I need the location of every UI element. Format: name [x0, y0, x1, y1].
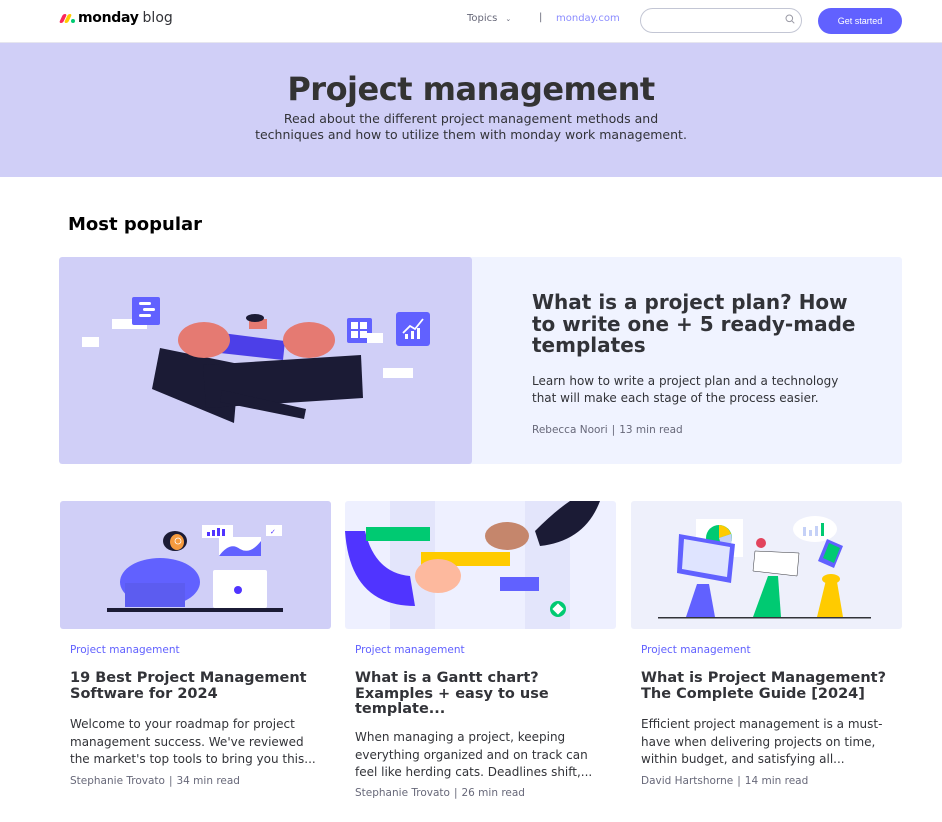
featured-author[interactable]: Rebecca Noori [532, 424, 608, 436]
featured-read-time: 13 min read [619, 424, 683, 436]
article-illustration: ✓ [60, 501, 331, 629]
article-description: Efficient project management is a must-h… [641, 717, 883, 766]
search-input[interactable] [640, 8, 802, 33]
article-author[interactable]: David Hartshorne [641, 775, 733, 787]
featured-article[interactable]: What is a project plan? How to write one… [59, 257, 902, 464]
meta-divider: | [168, 775, 173, 787]
page-description: Read about the different project managem… [255, 111, 687, 142]
article-category[interactable]: Project management [70, 644, 180, 656]
article-title[interactable]: What is a Gantt chart? Examples + easy t… [355, 670, 610, 718]
meta-divider: | [611, 424, 616, 436]
get-started-button[interactable]: Get started [818, 8, 902, 34]
monday-blog-logo[interactable]: monday blog [58, 10, 173, 26]
monday-logo-icon [58, 13, 76, 23]
chevron-down-icon: ⌄ [505, 14, 512, 23]
article-card[interactable]: ✓ Project management 19 Best Project Man… [60, 501, 331, 787]
article-author[interactable]: Stephanie Trovato [355, 787, 450, 799]
svg-text:✓: ✓ [270, 528, 276, 536]
page-title: Project management [287, 70, 655, 108]
site-header: monday blog Topics ⌄ | monday.com Get st… [0, 0, 942, 43]
featured-title[interactable]: What is a project plan? How to write one… [532, 291, 862, 357]
article-illustration [631, 501, 902, 629]
article-card[interactable]: Project management What is a Gantt chart… [345, 501, 616, 799]
monday-com-link[interactable]: monday.com [556, 13, 620, 24]
article-illustration [345, 501, 616, 629]
article-read-time: 26 min read [461, 787, 525, 799]
meta-divider: | [737, 775, 741, 787]
topics-label: Topics [467, 13, 498, 24]
featured-meta: Rebecca Noori | 13 min read [532, 424, 683, 436]
logo-text: monday [78, 10, 139, 26]
article-description: When managing a project, keeping everyth… [355, 730, 593, 779]
hero-banner: Project management Read about the differ… [0, 43, 942, 177]
search-icon[interactable] [785, 14, 795, 24]
article-meta: Stephanie Trovato | 26 min read [355, 787, 525, 799]
article-read-time: 14 min read [744, 775, 809, 787]
topics-dropdown[interactable]: Topics ⌄ [467, 13, 511, 24]
article-category[interactable]: Project management [641, 644, 751, 656]
logo-suffix: blog [142, 10, 173, 26]
meta-divider: | [453, 787, 458, 799]
article-title[interactable]: 19 Best Project Management Software for … [70, 670, 325, 702]
article-meta: Stephanie Trovato | 34 min read [70, 775, 240, 787]
article-card[interactable]: Project management What is Project Manag… [631, 501, 902, 787]
article-description: Welcome to your roadmap for project mana… [70, 717, 316, 766]
article-category[interactable]: Project management [355, 644, 465, 656]
nav-divider: | [539, 12, 543, 23]
section-title: Most popular [68, 214, 203, 235]
article-author[interactable]: Stephanie Trovato [70, 775, 165, 787]
featured-illustration [59, 257, 472, 464]
article-read-time: 34 min read [176, 775, 240, 787]
article-meta: David Hartshorne | 14 min read [641, 775, 808, 787]
article-title[interactable]: What is Project Management? The Complete… [641, 670, 896, 702]
featured-description: Learn how to write a project plan and a … [532, 374, 839, 405]
